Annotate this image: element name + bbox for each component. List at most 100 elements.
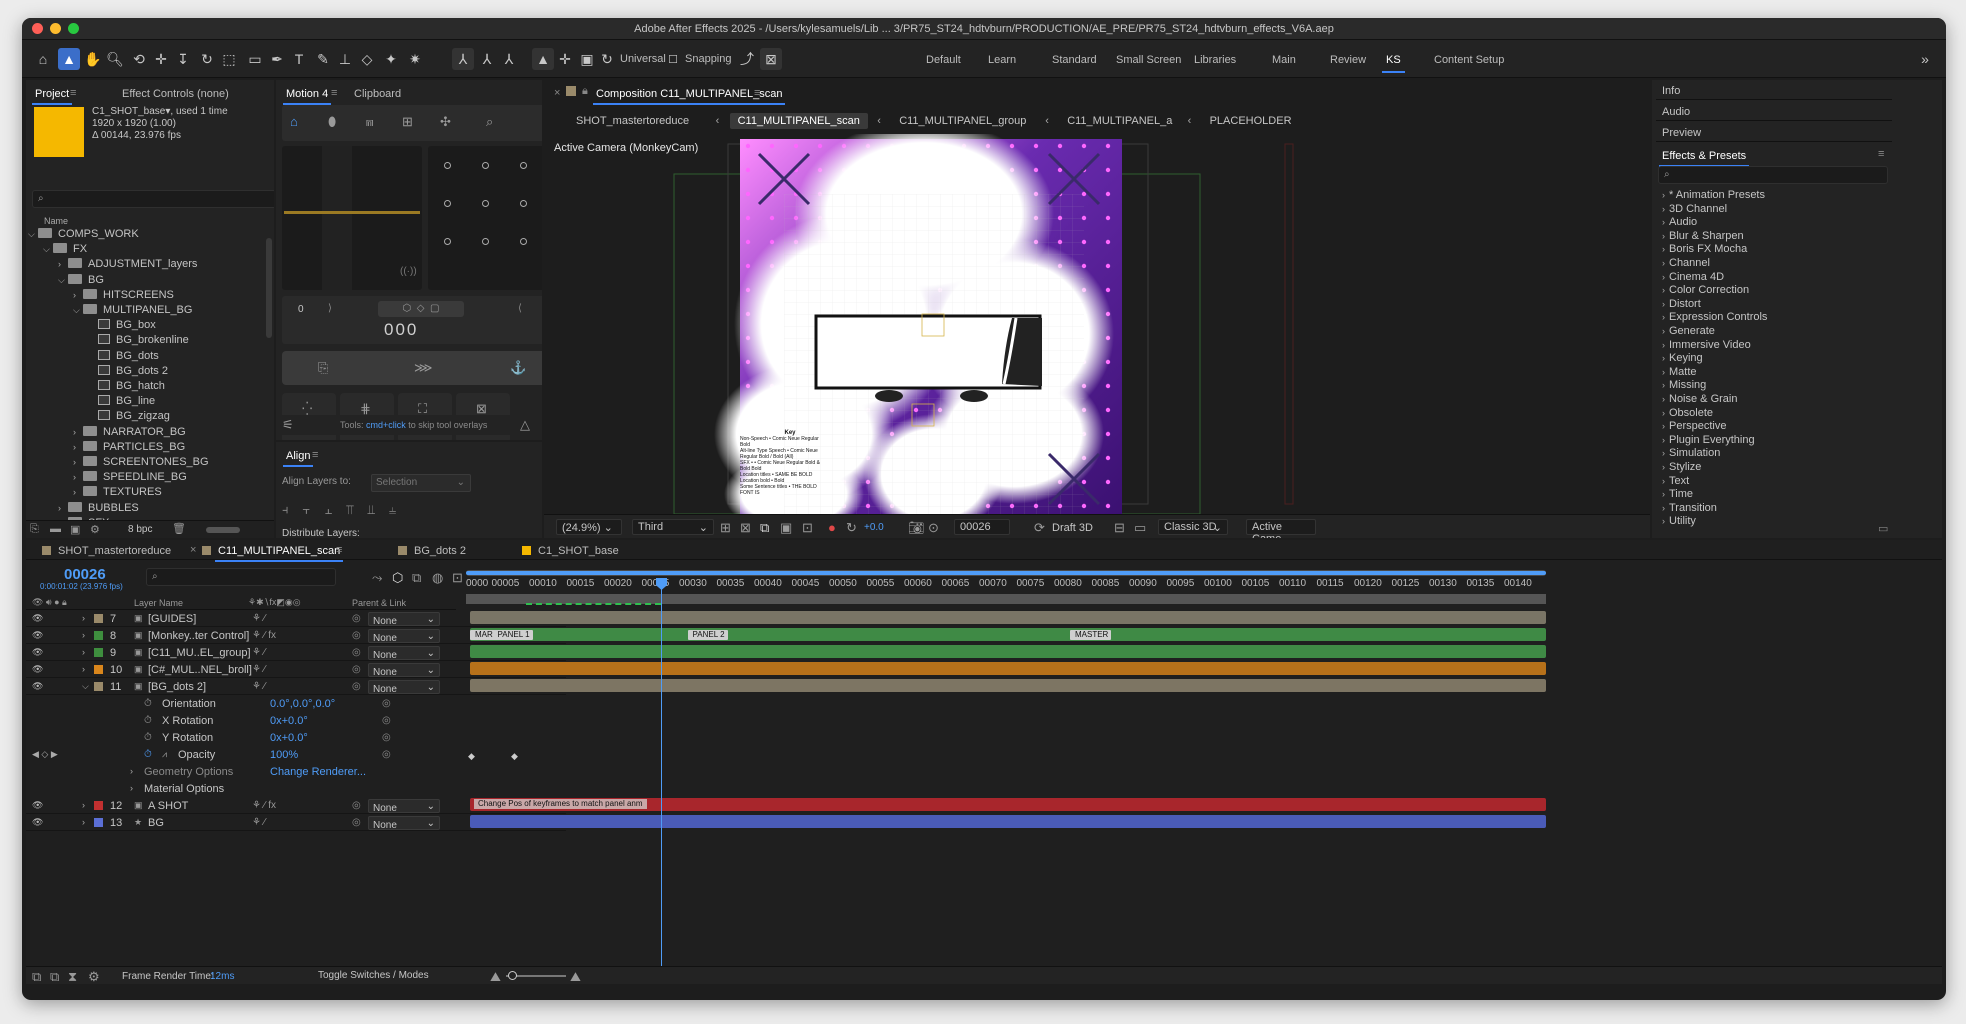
anchor-point-2-0[interactable] <box>444 238 451 245</box>
new-folder-icon[interactable]: ▬ <box>50 523 61 535</box>
bit-depth-button[interactable]: 8 bpc <box>128 524 152 535</box>
parent-dropdown[interactable]: None ⌄ <box>368 680 440 695</box>
effects-category[interactable]: › Matte <box>1662 366 1697 378</box>
pan-tool-icon[interactable]: ✛ <box>150 48 172 70</box>
layer-marker[interactable]: MASTER <box>1070 630 1112 640</box>
project-menu-icon[interactable]: ≡ <box>70 87 76 99</box>
effects-category[interactable]: › Utility <box>1662 515 1696 527</box>
timeline-timecode[interactable]: 00026 <box>64 566 106 583</box>
align-to-dropdown[interactable]: Selection ⌄ <box>371 474 471 492</box>
breadcrumb-item[interactable]: SHOT_mastertoreduce <box>568 113 697 129</box>
anchor-icon[interactable]: ⚓ <box>510 360 526 376</box>
parent-dropdown[interactable]: None ⌄ <box>368 663 440 678</box>
stopwatch-icon[interactable]: ⏱ <box>144 732 152 743</box>
dolly-tool-icon[interactable]: ↧ <box>172 48 194 70</box>
workspace-main[interactable]: Main <box>1272 54 1296 66</box>
close-window-button[interactable] <box>32 23 43 34</box>
col-layer-name[interactable]: Layer Name <box>134 598 183 608</box>
tools-icon[interactable]: ⚟ <box>282 417 294 433</box>
roto-brush-icon[interactable]: ✦ <box>380 48 402 70</box>
anchor-point-1-2[interactable] <box>520 200 527 207</box>
project-folder-item[interactable]: › BUBBLES <box>58 501 139 514</box>
timeline-search-input[interactable]: ⌕ <box>146 568 336 586</box>
snapping-label[interactable]: Snapping <box>685 53 732 65</box>
tab-effect-controls[interactable]: Effect Controls (none) <box>122 88 229 100</box>
layer-switches[interactable]: ⚘ ∕ <box>252 647 265 658</box>
pickwhip-icon[interactable]: ◎ <box>352 647 361 658</box>
eye-icon[interactable]: 👁︎ <box>32 681 43 692</box>
eye-icon[interactable]: 👁︎ <box>32 613 43 624</box>
expression-pickwhip-icon[interactable]: ◎ <box>382 715 391 726</box>
property-value[interactable]: 0x+0.0° <box>270 715 308 727</box>
property-value[interactable]: 0x+0.0° <box>270 732 308 744</box>
anchor-point-1-0[interactable] <box>444 200 451 207</box>
rectangle-tool-icon[interactable]: ▭ <box>244 48 266 70</box>
transfer-controls-icon[interactable]: ⧉ <box>50 969 59 984</box>
effects-category[interactable]: › Boris FX Mocha <box>1662 243 1747 255</box>
expression-pickwhip-icon[interactable]: ◎ <box>382 732 391 743</box>
effects-category[interactable]: › Audio <box>1662 216 1697 228</box>
center-frames-value[interactable]: 000 <box>384 320 418 340</box>
project-folder-item[interactable]: › HITSCREENS <box>73 288 174 301</box>
project-folder-item[interactable]: › SPEEDLINE_BG <box>73 471 187 483</box>
view-layout-dropdown[interactable]: Third ⌄ <box>632 519 714 535</box>
clone-stamp-icon[interactable]: ⊥ <box>334 48 356 70</box>
draft-3d-tl-icon[interactable]: ⬡ <box>392 570 403 586</box>
effects-category[interactable]: › Obsolete <box>1662 407 1713 419</box>
breadcrumb-item[interactable]: C11_MULTIPANEL_group <box>891 113 1034 129</box>
workspace-learn[interactable]: Learn <box>988 54 1016 66</box>
zoom-in-icon[interactable]: ⛰ <box>570 969 581 984</box>
comp-canvas[interactable] <box>544 134 1650 514</box>
playhead[interactable] <box>656 578 667 978</box>
layer-switches[interactable]: ⚘ ∕ <box>252 664 265 675</box>
parent-dropdown[interactable]: None ⌄ <box>368 799 440 814</box>
thumbnail-slider[interactable] <box>206 527 240 533</box>
chevron-right-icon[interactable]: › <box>130 766 133 776</box>
keyframe-nav-icon[interactable]: ◀ ◇ ▶ <box>32 749 58 760</box>
project-comp-item[interactable]: BG_hatch <box>88 380 165 392</box>
effects-category[interactable]: › Expression Controls <box>1662 311 1767 323</box>
zoom-window-button[interactable] <box>68 23 79 34</box>
effects-category[interactable]: › Plugin Everything <box>1662 434 1755 446</box>
effects-category[interactable]: › Cinema 4D <box>1662 271 1724 283</box>
layer-switches[interactable]: ⚘ ∕ <box>252 681 265 692</box>
stopwatch-icon[interactable]: ⏱ <box>144 698 152 709</box>
chevron-right-icon[interactable]: › <box>73 487 83 497</box>
stagger-icon[interactable]: ⋙ <box>414 360 433 376</box>
chevron-right-icon[interactable]: › <box>82 630 85 640</box>
effects-category[interactable]: › Immersive Video <box>1662 339 1751 351</box>
breadcrumb-item[interactable]: C11_MULTIPANEL_scan <box>729 113 868 129</box>
zoom-dropdown[interactable]: (24.9%) ⌄ <box>556 519 622 535</box>
lock-icon[interactable]: 🔒︎ <box>582 85 588 98</box>
effects-menu-icon[interactable]: ≡ <box>1878 148 1884 160</box>
label-color-swatch[interactable] <box>94 801 103 810</box>
color-channels-icon[interactable]: ● <box>828 520 836 535</box>
chevron-right-icon[interactable]: › <box>82 647 85 657</box>
snapping-checkbox[interactable]: ☐ <box>662 48 684 70</box>
layer-switches[interactable]: ⚘ ∕ fx <box>252 800 276 811</box>
label-color-swatch[interactable] <box>94 614 103 623</box>
selection-tool-icon[interactable]: ▲ <box>58 48 80 70</box>
chevron-left-icon[interactable]: ⟨ <box>518 303 522 314</box>
chevron-right-icon[interactable]: › <box>82 664 85 674</box>
graph-icon[interactable]: ⩘ <box>162 749 167 760</box>
effects-category[interactable]: › Blur & Sharpen <box>1662 230 1744 242</box>
graph-editor-icon[interactable]: ⊡ <box>452 570 463 586</box>
label-color-swatch[interactable] <box>94 665 103 674</box>
comp-menu-icon[interactable]: ≡ <box>754 87 760 99</box>
3d-move-icon[interactable]: ✛ <box>554 48 576 70</box>
workspace-review[interactable]: Review <box>1330 54 1366 66</box>
label-color-swatch[interactable] <box>94 818 103 827</box>
anchor-point-2-1[interactable] <box>482 238 489 245</box>
chevron-down-icon[interactable]: ⌵ <box>73 305 83 316</box>
eye-icon[interactable]: 👁︎ <box>32 817 43 828</box>
camera-snapshot-icon[interactable]: 📷︎ <box>908 520 925 536</box>
work-area-bar[interactable] <box>466 570 1546 576</box>
layer-switches[interactable]: ⚘ ∕ fx <box>252 630 276 641</box>
layer-bar[interactable] <box>470 679 1546 692</box>
layer-bar[interactable]: Change Pos of keyframes to match panel a… <box>470 798 1546 811</box>
new-preset-icon[interactable]: ▭ <box>1878 522 1888 535</box>
project-folder-item[interactable]: › ADJUSTMENT_layers <box>58 258 197 270</box>
comp-viewport[interactable]: Active Camera (MonkeyCam) Key Non-Speech… <box>544 134 1650 514</box>
layer-switches[interactable]: ⚘ ∕ <box>252 817 265 828</box>
